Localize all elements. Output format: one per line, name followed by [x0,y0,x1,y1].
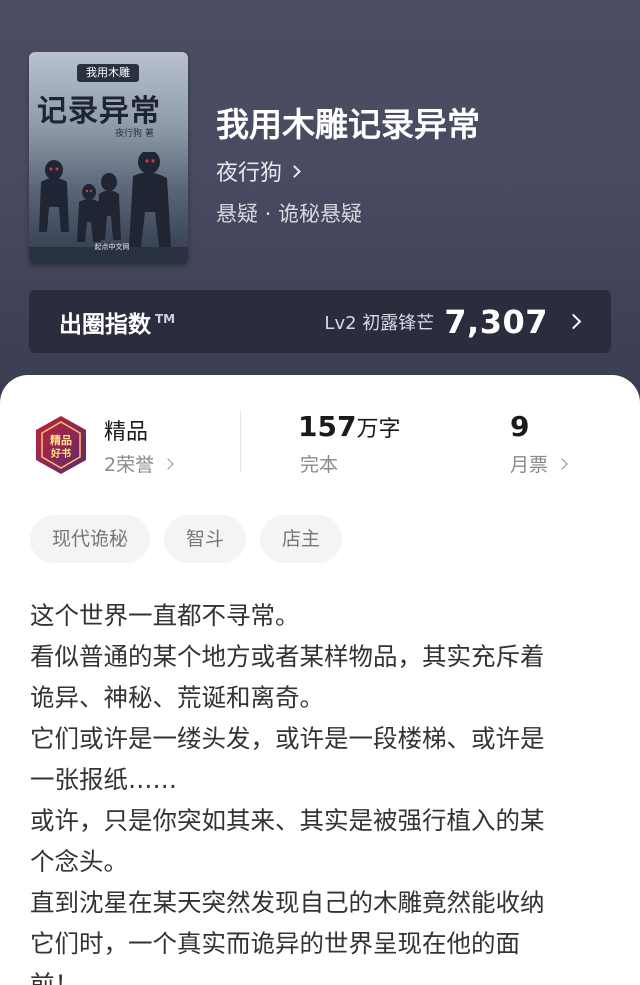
honors-link[interactable]: 2荣誉 [104,450,174,477]
tag-list: 现代诡秘 智斗 店主 [30,515,343,563]
synopsis-line: 直到沈星在某天突然发现自己的木雕竟然能收纳 [30,888,545,917]
synopsis-line: 前！ [30,970,79,985]
index-value: 7,307 [444,302,548,341]
book-genre[interactable]: 悬疑 · 诡秘悬疑 [216,198,362,228]
tag-chip[interactable]: 现代诡秘 [30,515,151,563]
completion-status: 完本 [300,454,339,476]
index-level: Lv2 初露锋芒 [324,312,435,334]
trademark-mark: TM [155,311,176,326]
monthly-ticket-label: 月票 [510,454,549,476]
synopsis-line: 诡异、神秘、荒诞和离奇。 [30,683,324,712]
word-count: 157万字 [298,410,401,443]
chevron-right-icon [288,164,301,178]
svg-text:好书: 好书 [50,447,71,460]
monthly-ticket-count: 9 [510,410,530,443]
synopsis-line: 它们或许是一缕头发，或许是一段楼梯、或许是 [30,724,545,753]
synopsis-line: 它们时，一个真实而诡异的世界呈现在他的面 [30,929,520,958]
quality-title: 精品 [104,420,149,445]
chevron-right-icon [162,457,174,470]
book-detail-card: 精品 好书 精品 2荣誉 157万字 完本 9 月票 现代诡秘 智斗 店主 这个… [0,375,640,985]
svg-text:精品: 精品 [50,433,72,447]
cover-publisher-logo: 起点中文网 [94,243,130,251]
book-header: 我用木雕 记录异常 夜行狗 著 起点中文网 我用木雕记录异常 夜行狗 悬疑 · … [0,0,640,420]
book-synopsis[interactable]: 这个世界一直都不寻常。 看似普通的某个地方或者某样物品，其实充斥着 诡异、神秘、… [30,595,610,985]
synopsis-line: 看似普通的某个地方或者某样物品，其实充斥着 [30,642,545,671]
chevron-right-icon [556,457,568,470]
divider [240,410,241,472]
synopsis-line: 一张报纸…… [30,765,177,794]
book-title: 我用木雕记录异常 [216,105,480,144]
synopsis-line: 这个世界一直都不寻常。 [30,601,300,630]
cover-author: 夜行狗 著 [115,129,154,139]
cover-series-label: 我用木雕 [77,64,139,82]
book-stats-row: 精品 好书 精品 2荣誉 157万字 完本 9 月票 [0,410,640,490]
honors-count: 2荣誉 [104,454,155,476]
popularity-index-bar[interactable]: 出圈指数 TM Lv2 初露锋芒 7,307 [29,290,611,353]
tag-chip[interactable]: 店主 [260,515,343,563]
book-cover-image[interactable]: 我用木雕 记录异常 夜行狗 著 起点中文网 [29,52,188,264]
author-name: 夜行狗 [216,161,283,186]
chevron-right-icon [565,313,582,330]
quality-badge-icon[interactable]: 精品 好书 [32,414,90,476]
monthly-ticket-link[interactable]: 月票 [510,450,568,477]
synopsis-line: 个念头。 [30,847,128,876]
tag-chip[interactable]: 智斗 [164,515,247,563]
author-link[interactable]: 夜行狗 [216,155,301,187]
cover-title: 记录异常 [37,94,161,129]
index-label: 出圈指数 TM [59,311,176,338]
synopsis-line: 或许，只是你突如其来、其实是被强行植入的某 [30,806,545,835]
